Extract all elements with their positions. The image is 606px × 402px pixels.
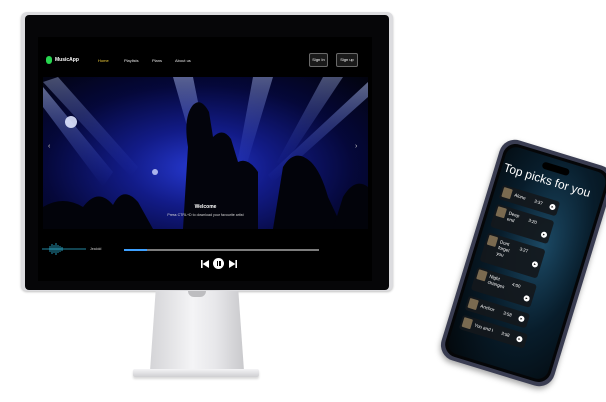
waveform-icon <box>42 243 86 255</box>
desktop-screen: MusicApp Home Playlists Plans About us S… <box>38 37 372 281</box>
app-logo-icon <box>46 56 52 64</box>
progress-bar[interactable] <box>124 249 319 251</box>
album-art <box>495 206 507 219</box>
album-art <box>501 187 513 200</box>
pause-icon[interactable] <box>213 258 224 269</box>
hero-prev-arrow-icon[interactable]: ‹ <box>48 143 50 150</box>
monitor-stand-foot <box>133 369 259 377</box>
track-title: Alone <box>513 192 527 201</box>
track-title: You and I <box>473 322 494 333</box>
track-duration: 3:27 <box>519 246 529 254</box>
track-title: Dont forget you <box>495 239 511 258</box>
play-icon[interactable] <box>522 294 531 303</box>
track-duration: 3:58 <box>500 330 511 338</box>
album-art <box>486 234 499 248</box>
nav-playlists[interactable]: Playlists <box>124 58 139 63</box>
sign-in-button[interactable]: Sign In <box>309 53 328 67</box>
hero-subtitle: Press CTRL+D to download your favourite … <box>167 213 244 217</box>
play-icon[interactable] <box>515 335 524 343</box>
sign-up-button[interactable]: Sign up <box>336 53 358 67</box>
play-icon[interactable] <box>548 203 557 211</box>
play-icon[interactable] <box>531 260 539 269</box>
next-icon[interactable] <box>229 260 237 268</box>
app-name: MusicApp <box>55 57 79 63</box>
music-player-bar: Jealold <box>38 229 372 281</box>
play-icon[interactable] <box>517 315 526 323</box>
monitor-stand-neck <box>150 291 244 371</box>
nav-home[interactable]: Home <box>98 58 109 63</box>
hero-title: Welcome <box>194 204 217 210</box>
track-duration: 3:37 <box>533 198 544 206</box>
track-duration: 3:20 <box>527 217 538 225</box>
phone-screen: Top picks for you Alone 3:37 Deep end 3:… <box>445 144 606 382</box>
track-title: Deep end <box>506 210 521 224</box>
track-duration: 3:58 <box>502 310 513 318</box>
progress-fill <box>124 249 148 251</box>
nav-plans[interactable]: Plans <box>152 58 162 63</box>
phone-bezel: Top picks for you Alone 3:37 Deep end 3:… <box>441 140 606 386</box>
play-icon[interactable] <box>540 230 548 239</box>
desktop-monitor: MusicApp Home Playlists Plans About us S… <box>21 12 393 291</box>
previous-icon[interactable] <box>201 260 209 268</box>
monitor-bezel: MusicApp Home Playlists Plans About us S… <box>25 15 389 290</box>
album-art <box>467 297 479 311</box>
now-playing-title: Jealold <box>90 247 102 251</box>
track-title: Night changes <box>487 273 506 290</box>
mobile-phone: Top picks for you Alone 3:37 Deep end 3:… <box>436 135 606 391</box>
track-title: Anchor <box>479 303 496 313</box>
hero-banner: ‹ › Welcome Press CTRL+D to download you… <box>43 77 368 229</box>
album-art <box>461 317 474 330</box>
top-navbar: MusicApp Home Playlists Plans About us S… <box>38 45 372 75</box>
nav-about-us[interactable]: About us <box>175 58 191 63</box>
album-art <box>476 269 488 282</box>
track-duration: 4:00 <box>511 281 522 289</box>
hero-next-arrow-icon[interactable]: › <box>355 143 357 150</box>
